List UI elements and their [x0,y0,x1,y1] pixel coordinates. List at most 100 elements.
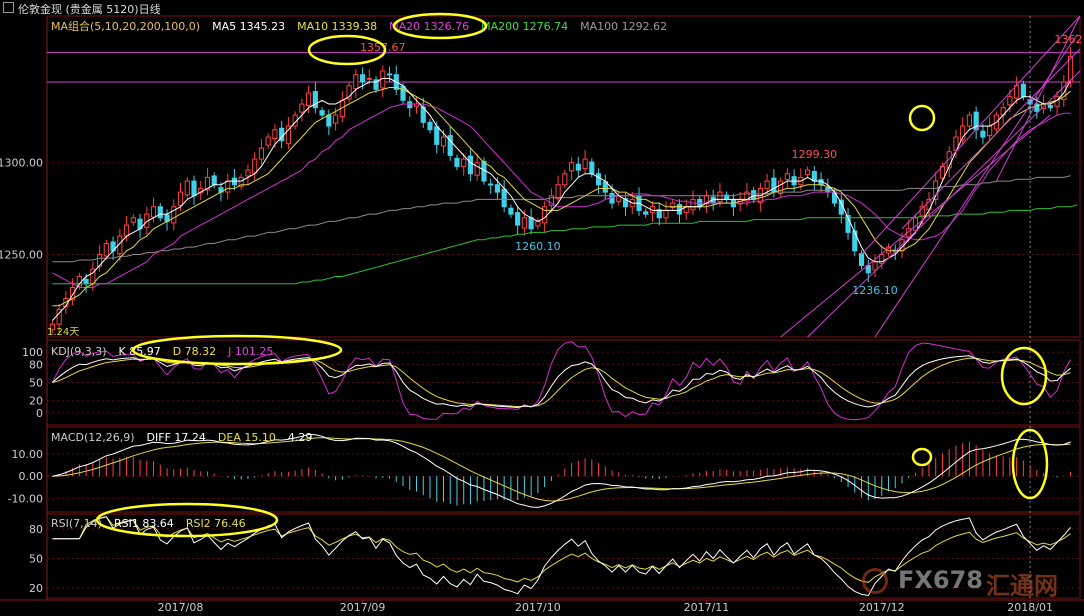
watermark-cn: 汇通网 [986,572,1058,600]
kdj-tick-label: 50 [29,377,43,390]
left-period-label: 1.24天 [47,327,79,338]
kdj-legend-item: D 78.32 [173,345,216,358]
rsi-legend-item: RSI1 83.64 [114,517,174,530]
candle-body [966,114,973,127]
candle-body [555,184,561,200]
candle-body [528,217,534,230]
candle-body [535,220,541,227]
trend-channel-line [874,34,1078,338]
candle-body [501,188,507,208]
macd-legend-item: 4.29 [288,431,313,444]
chart-canvas: 1300.001250.00100805020010.000.00-10.008… [0,12,1084,614]
candle-body [225,180,231,193]
candle-body [427,121,433,131]
candle-body [764,180,770,189]
candle-body [333,114,339,124]
kdj-tick-label: 0 [36,407,43,420]
candle-body [643,211,649,215]
candle-body [211,175,217,186]
candle-body [474,162,480,176]
candle-body [582,158,588,170]
candle-body [569,162,575,172]
candle-body [252,158,258,174]
candle-body [771,177,777,193]
rsi-legend-item: RSI(7,14) [51,517,102,530]
candle-body [987,125,993,137]
candle-body [562,173,568,186]
candle-body [440,136,447,147]
main-legend-item: MA20 1326.76 [389,20,469,33]
rsi-tick-label: 50 [29,552,43,565]
candle-body [589,161,595,175]
kdj-tick-label: 100 [22,346,43,359]
macd-tick-label: 0.00 [19,470,44,483]
menu-icon[interactable] [3,2,14,13]
candle-body [258,147,265,160]
candle-body [717,191,723,203]
candle-body [751,190,757,200]
candle-body [326,114,332,127]
candle-body [980,130,986,138]
candle-body [386,73,393,76]
price-annotation: 1357.67 [360,41,406,54]
x-tick-label: 2017/11 [684,601,730,614]
candle-body [407,101,413,109]
x-tick-label: 2017/12 [859,601,905,614]
trend-channel-lines [780,15,1081,338]
candle-body [265,136,271,146]
candle-body [1014,85,1020,99]
main-legend-item: MA10 1339.38 [297,20,377,33]
candle-body [1007,96,1013,106]
candle-body [852,230,858,252]
trend-channel-line [901,48,1081,230]
kdj-tick-label: 80 [29,358,43,371]
trend-channel-line [861,15,1081,255]
candle-body [319,110,325,116]
macd-tick-label: -10.00 [8,493,43,506]
rsi-legend-item: RSI2 76.46 [186,517,246,530]
kdj-legend-item: J 101.25 [227,345,273,358]
candle-body [245,169,251,177]
price-annotation: 1260.10 [515,240,561,253]
macd-diff-line [52,433,1071,508]
chart-title-bar: 伦敦金现 (贵金属 5120)日线 [0,0,1084,16]
candle-body [353,74,359,90]
watermark-brand: FX678 [898,566,983,594]
candle-body [912,217,919,231]
candle-body [521,217,527,229]
candle-body [656,209,662,219]
chart-frame [0,15,1084,601]
macd-legend-item: DIFF 17.24 [147,431,206,444]
x-tick-label: 2017/09 [340,601,386,614]
candle-body [299,103,305,113]
price-tick-label: 1300.00 [0,157,43,170]
main-legend-item: MA100 1292.62 [580,20,667,33]
macd-legend-item: MACD(12,26,9) [51,431,135,444]
page-title: 伦敦金现 (贵金属 5120)日线 [18,3,161,16]
ma20-line [52,103,1071,288]
price-tick-label: 1250.00 [0,248,43,261]
indicator-panels [51,341,1072,597]
candle-body [184,180,190,196]
candle-body [488,183,494,186]
candle-body [103,242,109,257]
candle-body [690,198,696,211]
candle-body [784,173,790,181]
candle-body [858,253,865,266]
main-legend-item: MA组合(5,10,20,200,100,0) [51,19,200,33]
logo-icon [862,568,888,594]
highlight-circles [95,12,1049,538]
highlight-circle [908,104,936,132]
x-tick-label: 2018/01 [1007,601,1053,614]
candle-body [494,184,501,193]
candle-body [1020,83,1026,98]
candle-body [150,206,157,218]
candle-body [467,155,474,175]
x-tick-label: 2017/10 [515,601,561,614]
x-tick-label: 2017/08 [158,601,204,614]
candle-body [508,207,514,215]
moving-average-lines [52,77,1078,321]
candle-body [663,209,669,219]
rsi-tick-label: 20 [29,582,43,595]
candle-body [306,92,312,107]
